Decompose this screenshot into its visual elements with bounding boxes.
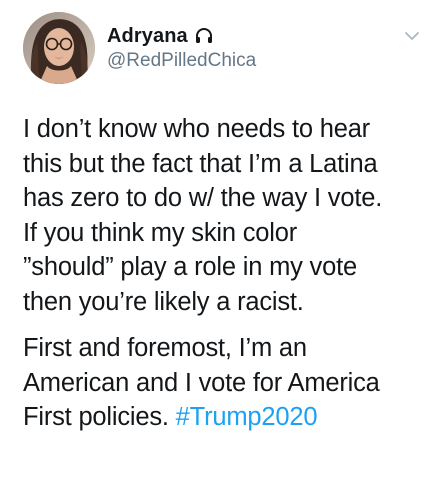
user-handle[interactable]: @RedPilledChica — [107, 50, 256, 72]
name-row: Adryana — [107, 23, 214, 49]
tweet-line-last: First policies. #Trump2020 — [23, 400, 428, 435]
tweet-header: Adryana @RedPilledChica — [23, 12, 423, 92]
tweet-line: ”should” play a role in my vote — [23, 253, 357, 281]
tweet-paragraph-1: I don’t know who needs to hear this but … — [23, 112, 428, 319]
tweet-paragraph-2: First and foremost, I’m an American and … — [23, 331, 428, 435]
headphones-icon — [194, 26, 214, 46]
tweet-line: First and foremost, I’m an — [23, 334, 307, 362]
tweet-line: American and I vote for America — [23, 368, 380, 397]
tweet-text: I don’t know who needs to hear this but … — [23, 112, 428, 435]
hashtag-link[interactable]: #Trump2020 — [176, 403, 318, 431]
tweet-line: then you’re likely a racist. — [23, 287, 304, 316]
avatar[interactable] — [23, 12, 95, 84]
tweet-line: has zero to do w/ the way I vote. — [23, 184, 383, 212]
tweet-line: I don’t know who needs to hear — [23, 115, 370, 143]
display-name[interactable]: Adryana — [107, 25, 188, 48]
chevron-down-icon[interactable] — [404, 30, 420, 42]
avatar-photo — [23, 12, 95, 84]
tweet-card: Adryana @RedPilledChica I don’t know who… — [0, 0, 442, 500]
tweet-line-text: First policies. — [23, 403, 176, 431]
tweet-line: If you think my skin color — [23, 218, 297, 247]
tweet-line: this but the fact that I’m a Latina — [23, 149, 378, 178]
